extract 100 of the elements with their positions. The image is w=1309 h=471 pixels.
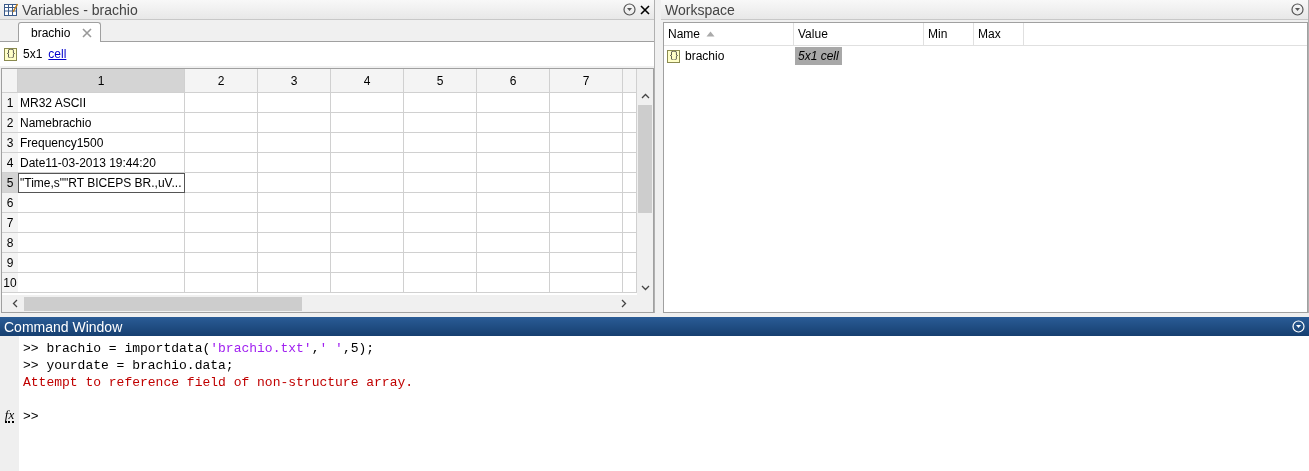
table-cell[interactable]: Frequency1500 <box>18 133 185 153</box>
row-header[interactable]: 7 <box>2 213 18 233</box>
table-cell[interactable] <box>477 173 550 193</box>
table-cell[interactable] <box>550 93 623 113</box>
table-cell[interactable] <box>258 133 331 153</box>
table-cell[interactable] <box>404 253 477 273</box>
close-tab-icon[interactable] <box>82 27 93 38</box>
scroll-right-icon[interactable] <box>621 299 627 308</box>
table-cell[interactable] <box>185 273 258 293</box>
row-header[interactable]: 2 <box>2 113 18 133</box>
table-cell[interactable]: MR32 ASCII <box>18 93 185 113</box>
column-header[interactable]: Min <box>924 23 974 45</box>
column-header[interactable]: 6 <box>477 69 550 93</box>
column-header[interactable]: 7 <box>550 69 623 93</box>
variable-name[interactable]: brachio <box>685 49 725 63</box>
table-cell[interactable]: "Time,s""RT BICEPS BR.,uV... <box>18 173 185 193</box>
table-cell[interactable] <box>331 173 404 193</box>
table-cell[interactable] <box>185 253 258 273</box>
table-cell[interactable] <box>258 253 331 273</box>
table-cell[interactable] <box>404 233 477 253</box>
table-cell[interactable] <box>404 113 477 133</box>
table-cell[interactable] <box>477 93 550 113</box>
row-header[interactable]: 1 <box>2 93 18 113</box>
row-header[interactable]: 3 <box>2 133 18 153</box>
table-cell[interactable] <box>404 173 477 193</box>
column-header[interactable]: 2 <box>185 69 258 93</box>
table-cell[interactable] <box>477 213 550 233</box>
table-cell[interactable] <box>331 133 404 153</box>
class-link[interactable]: cell <box>48 47 67 61</box>
table-cell[interactable]: Namebrachio <box>18 113 185 133</box>
table-cell[interactable] <box>331 273 404 293</box>
panel-menu-icon[interactable] <box>623 3 636 16</box>
column-header[interactable]: 5 <box>404 69 477 93</box>
column-header[interactable]: Value <box>794 23 924 45</box>
table-cell[interactable] <box>185 213 258 233</box>
table-cell[interactable] <box>550 113 623 133</box>
table-cell[interactable] <box>477 253 550 273</box>
row-header[interactable]: 9 <box>2 253 18 273</box>
table-cell[interactable] <box>477 233 550 253</box>
panel-menu-icon[interactable] <box>1291 3 1304 16</box>
table-cell[interactable] <box>18 213 185 233</box>
column-header[interactable]: 3 <box>258 69 331 93</box>
scrollbar-thumb[interactable] <box>638 105 652 213</box>
table-cell[interactable] <box>185 153 258 173</box>
table-cell[interactable] <box>18 233 185 253</box>
scroll-up-icon[interactable] <box>640 93 650 99</box>
table-cell[interactable] <box>331 213 404 233</box>
scrollbar-thumb[interactable] <box>24 296 302 311</box>
table-cell[interactable] <box>404 93 477 113</box>
table-cell[interactable] <box>404 273 477 293</box>
close-icon[interactable] <box>640 4 650 15</box>
column-header[interactable]: 1 <box>18 69 185 93</box>
table-cell[interactable] <box>477 193 550 213</box>
table-cell[interactable] <box>550 133 623 153</box>
column-header[interactable]: 4 <box>331 69 404 93</box>
row-header[interactable]: 10 <box>2 273 18 293</box>
table-cell[interactable] <box>331 153 404 173</box>
scroll-down-icon[interactable] <box>640 285 650 291</box>
table-cell[interactable] <box>550 193 623 213</box>
table-cell[interactable] <box>477 153 550 173</box>
table-cell[interactable] <box>258 193 331 213</box>
column-header[interactable]: Name <box>664 23 794 45</box>
horizontal-scrollbar[interactable] <box>2 295 637 312</box>
table-cell[interactable] <box>331 93 404 113</box>
table-cell[interactable] <box>331 233 404 253</box>
table-cell[interactable] <box>477 113 550 133</box>
table-cell[interactable] <box>185 173 258 193</box>
table-cell[interactable] <box>550 173 623 193</box>
table-cell[interactable] <box>185 113 258 133</box>
table-cell[interactable] <box>185 233 258 253</box>
vertical-scrollbar[interactable] <box>637 69 653 295</box>
table-cell[interactable] <box>258 233 331 253</box>
row-header[interactable]: 6 <box>2 193 18 213</box>
command-prompt[interactable]: >> <box>23 408 414 425</box>
row-header[interactable]: 4 <box>2 153 18 173</box>
table-cell[interactable] <box>550 213 623 233</box>
table-cell[interactable] <box>18 253 185 273</box>
table-cell[interactable] <box>258 273 331 293</box>
table-cell[interactable] <box>550 233 623 253</box>
table-cell[interactable] <box>550 273 623 293</box>
table-cell[interactable] <box>258 113 331 133</box>
variable-value[interactable]: 5x1 cell <box>795 47 842 65</box>
table-cell[interactable] <box>331 113 404 133</box>
table-cell[interactable] <box>404 133 477 153</box>
table-cell[interactable] <box>185 133 258 153</box>
table-cell[interactable] <box>258 93 331 113</box>
row-header[interactable]: 8 <box>2 233 18 253</box>
table-cell[interactable] <box>477 273 550 293</box>
table-cell[interactable] <box>331 193 404 213</box>
table-cell[interactable] <box>185 193 258 213</box>
table-cell[interactable] <box>477 133 550 153</box>
table-cell[interactable] <box>404 213 477 233</box>
table-cell[interactable] <box>258 173 331 193</box>
table-cell[interactable] <box>185 93 258 113</box>
table-cell[interactable] <box>18 193 185 213</box>
column-header[interactable]: Max <box>974 23 1024 45</box>
table-cell[interactable]: Date11-03-2013 19:44:20 <box>18 153 185 173</box>
table-cell[interactable] <box>331 253 404 273</box>
table-cell[interactable] <box>550 153 623 173</box>
table-cell[interactable] <box>404 153 477 173</box>
